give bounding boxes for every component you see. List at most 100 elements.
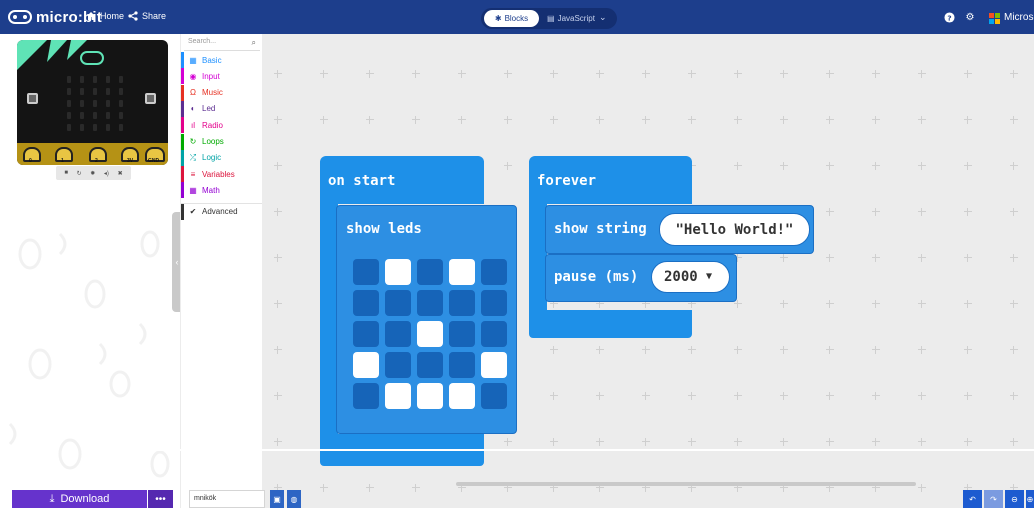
grid-marker xyxy=(918,300,926,308)
button-b[interactable] xyxy=(145,93,156,104)
led-cell[interactable] xyxy=(449,321,475,347)
category-led[interactable]: ◐ Led xyxy=(181,100,263,117)
grid-marker xyxy=(872,116,880,124)
github-button[interactable]: ◍ xyxy=(287,490,301,508)
toolbox-search-input[interactable]: Search... ⌕ xyxy=(184,37,260,51)
led-cell[interactable] xyxy=(353,290,379,316)
led-cell[interactable] xyxy=(417,290,443,316)
led-cell[interactable] xyxy=(417,383,443,409)
led-cell[interactable] xyxy=(449,383,475,409)
save-button[interactable]: ▣ xyxy=(270,490,284,508)
led-cell[interactable] xyxy=(449,259,475,285)
category-variables[interactable]: ≡ Variables xyxy=(181,166,263,183)
grid-marker xyxy=(734,116,742,124)
led-cell[interactable] xyxy=(481,383,507,409)
grid-marker xyxy=(872,70,880,78)
grid-marker xyxy=(274,392,282,400)
background-pattern xyxy=(8,230,170,478)
grid-icon: ▦ xyxy=(189,55,197,65)
category-logic[interactable]: ⤮ Logic xyxy=(181,149,263,166)
grid-marker xyxy=(826,116,834,124)
blocks-mode-button[interactable]: ✱ Blocks xyxy=(484,10,539,27)
grid-marker xyxy=(872,392,880,400)
blocks-workspace[interactable]: on start show leds forever show string "… xyxy=(262,34,1034,508)
category-input[interactable]: ◉ Input xyxy=(181,68,263,85)
category-math[interactable]: ▦ Math xyxy=(181,182,263,199)
gear-icon[interactable]: ⚙ xyxy=(964,11,976,23)
javascript-mode-button[interactable]: ▤ JavaScript xyxy=(547,10,595,27)
category-label: Radio xyxy=(202,120,223,130)
led-cell[interactable] xyxy=(417,259,443,285)
project-name-value: mnikök xyxy=(194,495,217,502)
shuffle-icon: ⤮ xyxy=(189,152,197,162)
debug-icon[interactable]: ✹ xyxy=(90,170,95,177)
led-cell[interactable] xyxy=(417,352,443,378)
redo-button[interactable]: ↷ xyxy=(984,490,1003,508)
led-cell[interactable] xyxy=(449,290,475,316)
category-color-bar xyxy=(181,68,184,85)
grid-marker xyxy=(780,162,788,170)
home-button[interactable]: Home xyxy=(86,11,124,21)
share-label: Share xyxy=(142,11,167,21)
chevron-down-icon[interactable]: ⌄ xyxy=(599,12,607,23)
led-cell[interactable] xyxy=(353,259,379,285)
workspace-horizontal-scrollbar[interactable] xyxy=(456,482,916,486)
category-music[interactable]: Ω Music xyxy=(181,84,263,101)
undo-button[interactable]: ↶ xyxy=(963,490,982,508)
stop-icon[interactable]: ■ xyxy=(64,170,68,176)
grid-marker xyxy=(274,346,282,354)
mute-icon[interactable]: ◂) xyxy=(104,170,109,177)
grid-marker xyxy=(826,438,834,446)
grid-marker xyxy=(504,438,512,446)
grid-marker xyxy=(458,70,466,78)
led-cell[interactable] xyxy=(481,290,507,316)
advanced-color-bar xyxy=(181,203,184,220)
category-advanced[interactable]: ✔ Advanced xyxy=(181,203,263,220)
grid-marker xyxy=(872,162,880,170)
led-cell[interactable] xyxy=(385,259,411,285)
grid-marker xyxy=(642,392,650,400)
led-cell[interactable] xyxy=(385,352,411,378)
led-cell[interactable] xyxy=(385,383,411,409)
category-color-bar xyxy=(181,133,184,150)
led-cell[interactable] xyxy=(385,290,411,316)
pin-2[interactable] xyxy=(89,147,107,162)
microsoft-brand-text: Microso xyxy=(1004,12,1034,23)
category-color-bar xyxy=(181,182,184,199)
led-cell[interactable] xyxy=(417,321,443,347)
download-button[interactable]: ⤓ Download xyxy=(12,490,147,508)
grid-marker xyxy=(872,300,880,308)
led-cell[interactable] xyxy=(353,383,379,409)
led-cell[interactable] xyxy=(449,352,475,378)
category-loops[interactable]: ↻ Loops xyxy=(181,133,263,150)
category-basic[interactable]: ▦ Basic xyxy=(181,52,263,68)
led-cell[interactable] xyxy=(481,259,507,285)
search-placeholder: Search... xyxy=(188,38,217,45)
pin-1[interactable] xyxy=(55,147,73,162)
led-cell[interactable] xyxy=(353,321,379,347)
fullscreen-icon[interactable]: ✖ xyxy=(118,170,123,177)
pause-duration-dropdown[interactable]: 2000 ▼ xyxy=(651,261,730,293)
loop-icon: ↻ xyxy=(189,137,197,146)
zoom-in-button[interactable]: ⊕ xyxy=(1026,490,1034,508)
button-a[interactable] xyxy=(27,93,38,104)
string-input[interactable]: "Hello World!" xyxy=(659,213,810,246)
led-cell[interactable] xyxy=(353,352,379,378)
project-name-input[interactable]: mnikök xyxy=(189,490,265,508)
grid-marker xyxy=(550,438,558,446)
search-icon[interactable]: ⌕ xyxy=(252,38,256,48)
microbit-board[interactable]: 0 1 2 3V GND xyxy=(17,40,168,165)
show-string-label: show string xyxy=(554,221,647,237)
share-button[interactable]: Share xyxy=(128,11,166,21)
led-cell[interactable] xyxy=(385,321,411,347)
microsoft-logo-icon xyxy=(989,13,1000,24)
help-icon[interactable]: ? xyxy=(943,11,955,23)
pin-0[interactable] xyxy=(23,147,41,162)
category-radio[interactable]: ıl Radio xyxy=(181,117,263,134)
restart-icon[interactable]: ↻ xyxy=(77,170,82,177)
led-cell[interactable] xyxy=(481,321,507,347)
more-options-button[interactable]: ••• xyxy=(148,490,173,508)
zoom-out-button[interactable]: ⊖ xyxy=(1005,490,1024,508)
blocks-label: Blocks xyxy=(504,14,529,23)
led-cell[interactable] xyxy=(481,352,507,378)
